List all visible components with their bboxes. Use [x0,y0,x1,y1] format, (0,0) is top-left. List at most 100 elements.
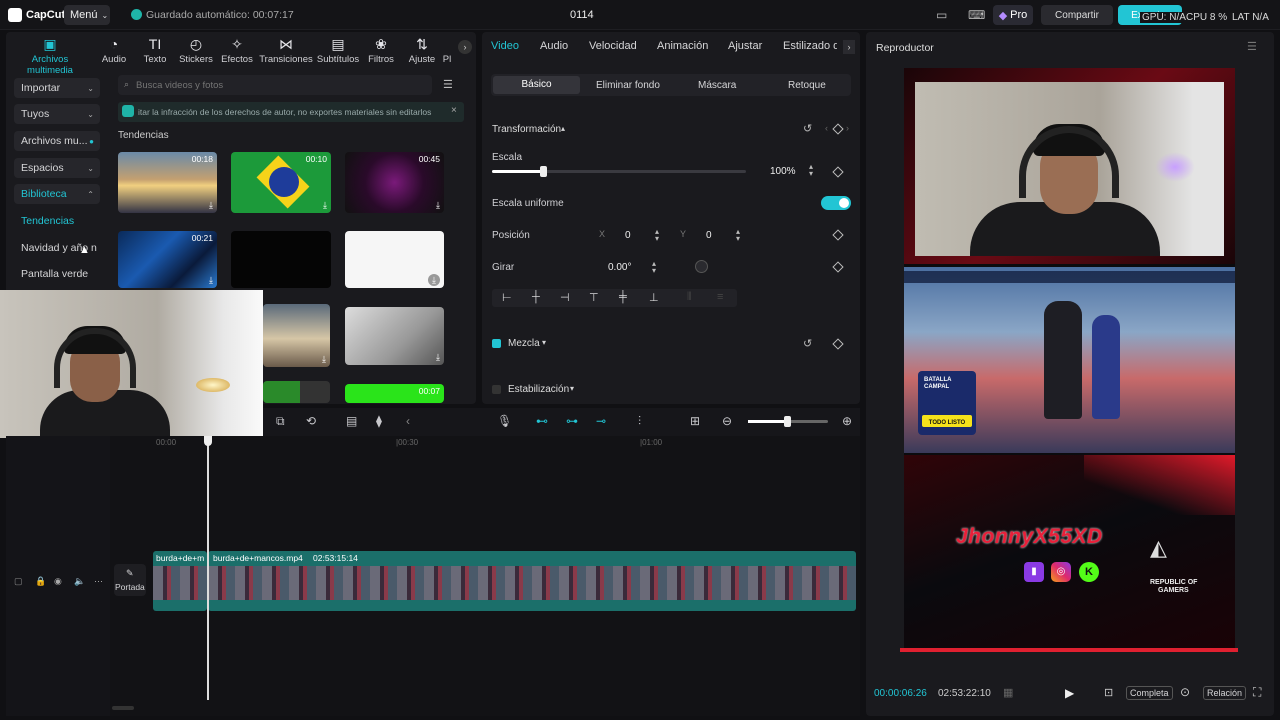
crop-icon[interactable]: ⧉ [276,414,285,429]
media-thumb-green-screen[interactable]: 00:07 [345,384,444,403]
scale-value[interactable]: 100% [770,166,796,177]
cover-button[interactable]: ✎ Portada [114,564,146,596]
nav-import[interactable]: Importar ⌄ [14,78,100,98]
microphone-icon[interactable]: 🎙 [497,414,512,428]
media-thumb-brazil-flag[interactable]: 00:10 ⤓ [231,152,331,213]
playhead-handle[interactable] [204,436,212,446]
nav-spaces[interactable]: Espacios ⌄ [14,158,100,178]
eye-icon[interactable]: ◉ [54,576,62,587]
pos-x-stepper-icon[interactable]: ▴ ▾ [655,228,659,243]
media-thumb-blue-polygons[interactable]: 00:21 ⤓ [118,231,217,288]
scale-slider[interactable] [492,166,746,177]
nav-media-files[interactable]: Archivos mu... ● [14,131,100,151]
tab-adjust-props[interactable]: Ajustar [728,40,762,52]
collapse-icon[interactable]: ‹ [406,414,410,428]
download-icon[interactable]: ⤓ [323,200,327,211]
download-icon[interactable]: ⤓ [436,352,440,363]
shortcuts-icon[interactable]: ⌨ [968,8,985,22]
prev-keyframe-icon[interactable]: ‹ [825,123,828,133]
rotate-value[interactable]: 0.00° [608,262,631,273]
fit-icon[interactable]: ⊙ [1180,685,1190,699]
split-icon[interactable]: ⫶ [638,414,641,429]
download-icon[interactable]: ⤓ [209,275,213,286]
media-thumb-purple-heart[interactable]: 00:45 ⤓ [345,152,444,213]
more-icon[interactable]: ⋯ [94,576,103,587]
download-icon[interactable]: ⤓ [209,200,213,211]
grid-icon[interactable]: ▦ [1003,686,1013,699]
next-keyframe-icon[interactable]: › [846,123,849,133]
zoom-slider[interactable] [748,416,828,427]
props-scroll-right-button[interactable]: › [843,40,855,54]
search-input[interactable] [136,77,416,93]
scale-stepper-icon[interactable]: ▴ ▾ [809,163,813,178]
media-thumb-green-1[interactable] [263,381,330,403]
pro-button[interactable]: ◆ Pro [993,5,1033,25]
tab-speed[interactable]: Velocidad [589,40,637,52]
subtab-remove-bg[interactable]: Eliminar fondo [596,80,660,91]
menu-icon[interactable]: ☰ [1247,40,1257,53]
download-icon[interactable]: ⤓ [436,200,440,211]
pos-x-value[interactable]: 0 [625,230,631,241]
blend-checkbox[interactable] [492,339,501,348]
align-left-icon[interactable]: ⊢ [502,291,512,304]
blend-label[interactable]: Mezcla [508,338,540,349]
magnet-icon[interactable]: ⊶ [566,414,578,428]
reset-icon[interactable]: ↺ [803,337,812,350]
search-box[interactable]: ⌕ [118,75,432,95]
tab-more[interactable]: Pl [440,36,454,65]
media-thumb-sunset[interactable]: 00:18 ⤓ [118,152,217,213]
align-bottom-icon[interactable]: ⊥ [649,291,659,304]
full-quality-button[interactable]: Completa [1126,686,1173,700]
pos-y-value[interactable]: 0 [706,230,712,241]
tab-video[interactable]: Video [491,40,519,52]
scale-handle[interactable] [540,166,547,177]
subtab-retouch[interactable]: Retoque [788,80,826,91]
align-top-icon[interactable]: ⊤ [589,291,599,304]
video-clip-1[interactable]: burda+de+m [153,551,207,611]
media-thumb-white[interactable]: ⤓ [345,231,444,288]
tab-stylize[interactable]: Estilizado d [783,40,837,52]
tab-effects[interactable]: ✧ Efectos [211,36,263,65]
reset-icon[interactable]: ↺ [803,122,812,135]
rotate-stepper-icon[interactable]: ▴ ▾ [652,260,656,275]
nav-library[interactable]: Biblioteca ⌃ [14,184,100,204]
tab-audio-props[interactable]: Audio [540,40,568,52]
link-icon[interactable]: ⊷ [536,414,548,428]
video-canvas[interactable]: BATALLA CAMPAL TODO LISTO JhonnyX55XD ▮ … [904,68,1235,650]
pos-y-stepper-icon[interactable]: ▴ ▾ [736,228,740,243]
scan-icon[interactable]: ⊡ [1104,686,1113,699]
zoom-out-icon[interactable]: ⊖ [722,414,732,428]
tab-media[interactable]: ▣ Archivos multimedia [8,36,92,76]
share-button[interactable]: Compartir [1041,5,1113,25]
playhead[interactable] [207,436,209,700]
mirror-icon[interactable]: ⟲ [306,414,316,428]
tab-transitions[interactable]: ⋈ Transiciones [257,36,315,65]
align-center-h-icon[interactable]: ┼ [532,291,540,303]
layout-icon[interactable]: ▭ [936,8,947,22]
horizontal-scrollbar[interactable] [112,706,134,710]
align-right-icon[interactable]: ⊣ [560,291,570,304]
filter-sort-icon[interactable]: ☰ [443,78,453,91]
subtitle-tool-icon[interactable]: ▤ [346,414,357,428]
menu-button[interactable]: Menú ⌄ [64,5,110,25]
ratio-button[interactable]: Relación [1203,686,1247,700]
zoom-handle[interactable] [784,416,791,427]
video-clip-2[interactable]: burda+de+mancos.mp4 02:53:15:14 [208,551,856,611]
rotate-dial[interactable] [695,260,708,273]
fullscreen-icon[interactable]: ⛶ [1253,685,1261,700]
tabs-scroll-right-button[interactable]: › [458,40,472,54]
uniform-scale-toggle[interactable] [821,196,851,210]
nav-yours[interactable]: Tuyos ⌄ [14,104,100,124]
close-icon[interactable]: × [451,105,457,116]
media-thumb-beach[interactable]: ⤓ [263,304,330,367]
stabilize-checkbox[interactable] [492,385,501,394]
snap-icon[interactable]: ⊸ [596,414,606,428]
download-icon[interactable]: ⤓ [322,354,326,365]
transform-heading[interactable]: Transformación [492,124,561,135]
align-center-v-icon[interactable]: ╪ [619,291,627,303]
track-select-icon[interactable]: ▢ [14,576,23,587]
preview-axis-icon[interactable]: ⊞ [690,414,700,428]
zoom-in-icon[interactable]: ⊕ [842,414,852,428]
lock-icon[interactable]: 🔒 [35,576,46,587]
freeze-icon[interactable]: ⧫ [376,414,382,428]
